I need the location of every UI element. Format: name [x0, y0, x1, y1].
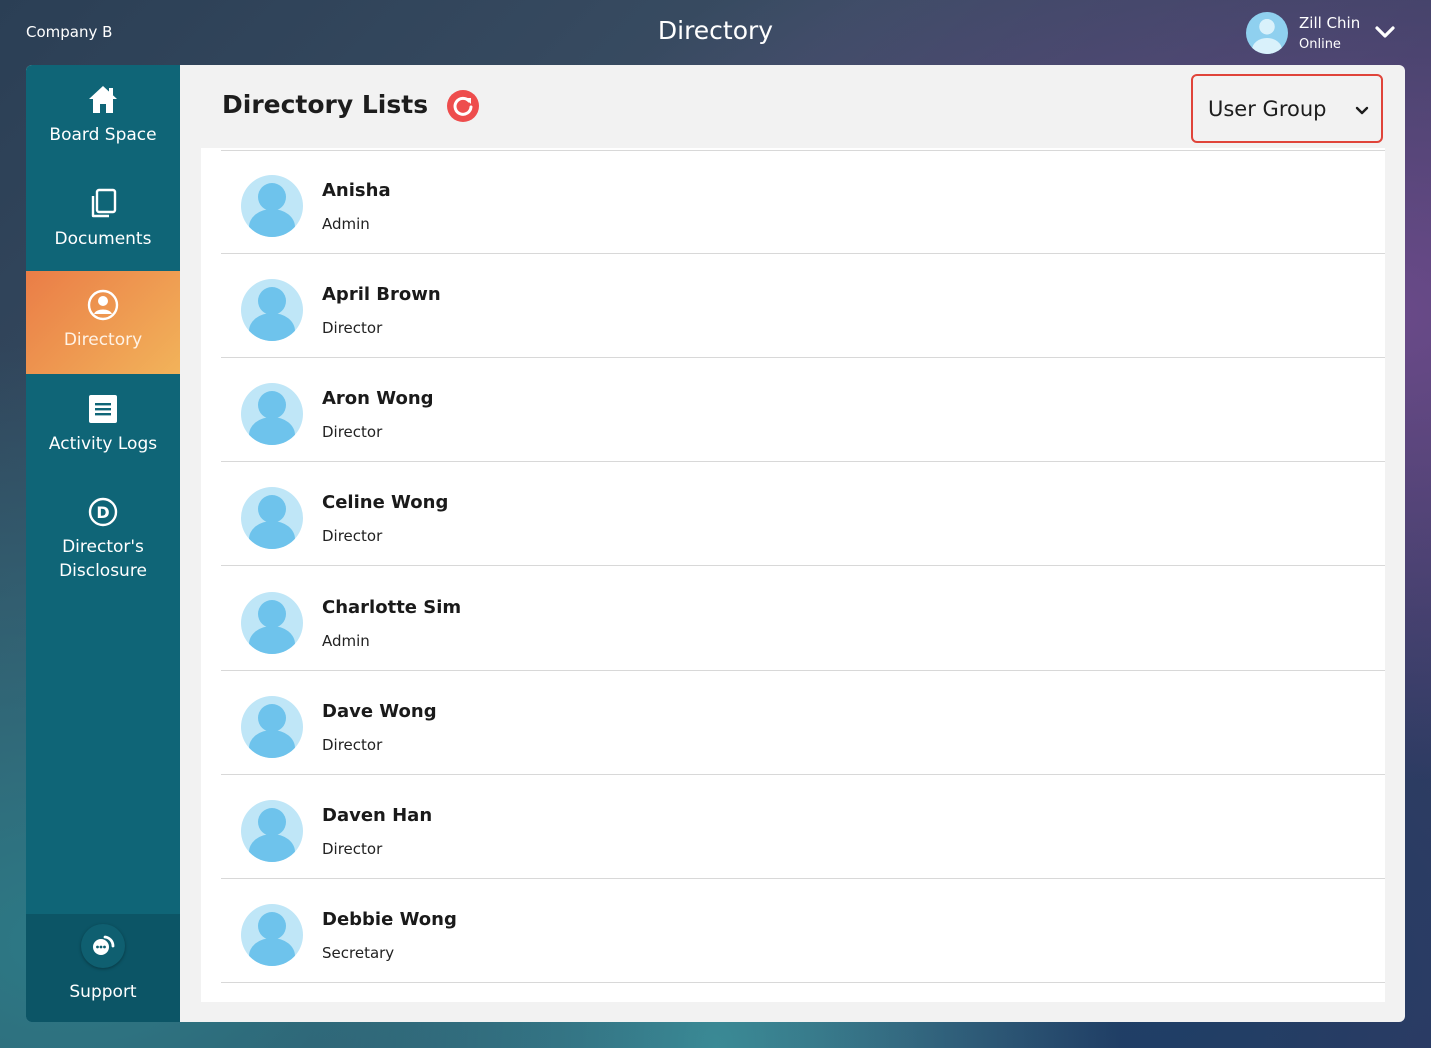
list-item[interactable]: April Brown Director	[221, 254, 1385, 358]
list-item[interactable]: Daven Han Director	[221, 775, 1385, 879]
refresh-icon[interactable]	[446, 89, 480, 123]
list-item[interactable]: Anisha Admin	[221, 150, 1385, 254]
sidebar-item-activity-logs[interactable]: Activity Logs	[26, 392, 180, 482]
svg-text:D: D	[96, 503, 109, 522]
member-role: Director	[322, 423, 383, 441]
member-role: Director	[322, 840, 383, 858]
member-name: Dave Wong	[322, 701, 437, 722]
avatar	[241, 279, 303, 341]
member-role: Admin	[322, 632, 370, 650]
member-name: Daven Han	[322, 805, 433, 826]
member-role: Secretary	[322, 944, 395, 962]
chat-icon	[81, 924, 125, 968]
page-heading: Directory	[657, 16, 774, 45]
support-label: Support	[69, 982, 137, 1002]
chevron-down-icon[interactable]	[1374, 21, 1396, 43]
member-role: Director	[322, 319, 383, 337]
member-name: Aron Wong	[322, 388, 434, 409]
user-status: Online	[1299, 37, 1341, 52]
list-icon	[89, 395, 117, 423]
sidebar-item-directors-disclosure[interactable]: D Director's Disclosure	[26, 495, 180, 595]
avatar	[1246, 12, 1288, 54]
member-name: Celine Wong	[322, 492, 449, 513]
avatar	[241, 696, 303, 758]
member-role: Admin	[322, 215, 370, 233]
list-item[interactable]: Debbie Wong Secretary	[221, 879, 1385, 983]
list-item[interactable]: Charlotte Sim Admin	[221, 567, 1385, 671]
main-panel: Board Space Documents Directory Activity…	[26, 65, 1405, 1022]
documents-icon	[91, 188, 117, 218]
user-group-dropdown[interactable]: User Group	[1191, 74, 1383, 143]
list-item[interactable]: Celine Wong Director	[221, 462, 1385, 566]
avatar	[241, 487, 303, 549]
page-title: Directory Lists	[222, 90, 429, 119]
dropdown-value: User Group	[1208, 97, 1327, 121]
member-name: Charlotte Sim	[322, 597, 462, 618]
member-name: Anisha	[322, 180, 391, 201]
sidebar-item-label: Directory	[63, 330, 143, 350]
d-circle-icon: D	[88, 497, 118, 527]
avatar	[241, 592, 303, 654]
user-menu[interactable]: Zill Chin Online	[1246, 11, 1406, 55]
member-name: April Brown	[322, 284, 441, 305]
directory-content: Directory Lists User Group Anisha Admin …	[180, 65, 1405, 1022]
member-role: Director	[322, 736, 383, 754]
directory-list: Anisha Admin April Brown Director Aron W…	[201, 148, 1385, 1002]
sidebar: Board Space Documents Directory Activity…	[26, 65, 180, 1022]
user-circle-icon	[87, 289, 119, 321]
support-button[interactable]: Support	[26, 914, 180, 1022]
sidebar-item-label: Director's Disclosure	[59, 537, 147, 581]
avatar	[241, 383, 303, 445]
list-item[interactable]: Aron Wong Director	[221, 358, 1385, 462]
sidebar-item-label: Activity Logs	[48, 434, 158, 454]
sidebar-item-board-space[interactable]: Board Space	[26, 83, 180, 173]
avatar	[241, 175, 303, 237]
home-icon	[89, 86, 117, 113]
sidebar-item-documents[interactable]: Documents	[26, 187, 180, 277]
sidebar-item-label: Board Space	[49, 125, 157, 145]
avatar	[241, 904, 303, 966]
user-name: Zill Chin	[1299, 14, 1361, 32]
avatar	[241, 800, 303, 862]
top-bar: Company B Directory Zill Chin Online	[0, 0, 1431, 65]
list-item[interactable]: Dave Wong Director	[221, 671, 1385, 775]
sidebar-item-directory[interactable]: Directory	[26, 271, 180, 374]
chevron-down-icon	[1355, 106, 1369, 115]
sidebar-item-label: Documents	[54, 229, 152, 249]
member-role: Director	[322, 527, 383, 545]
member-name: Debbie Wong	[322, 909, 457, 930]
